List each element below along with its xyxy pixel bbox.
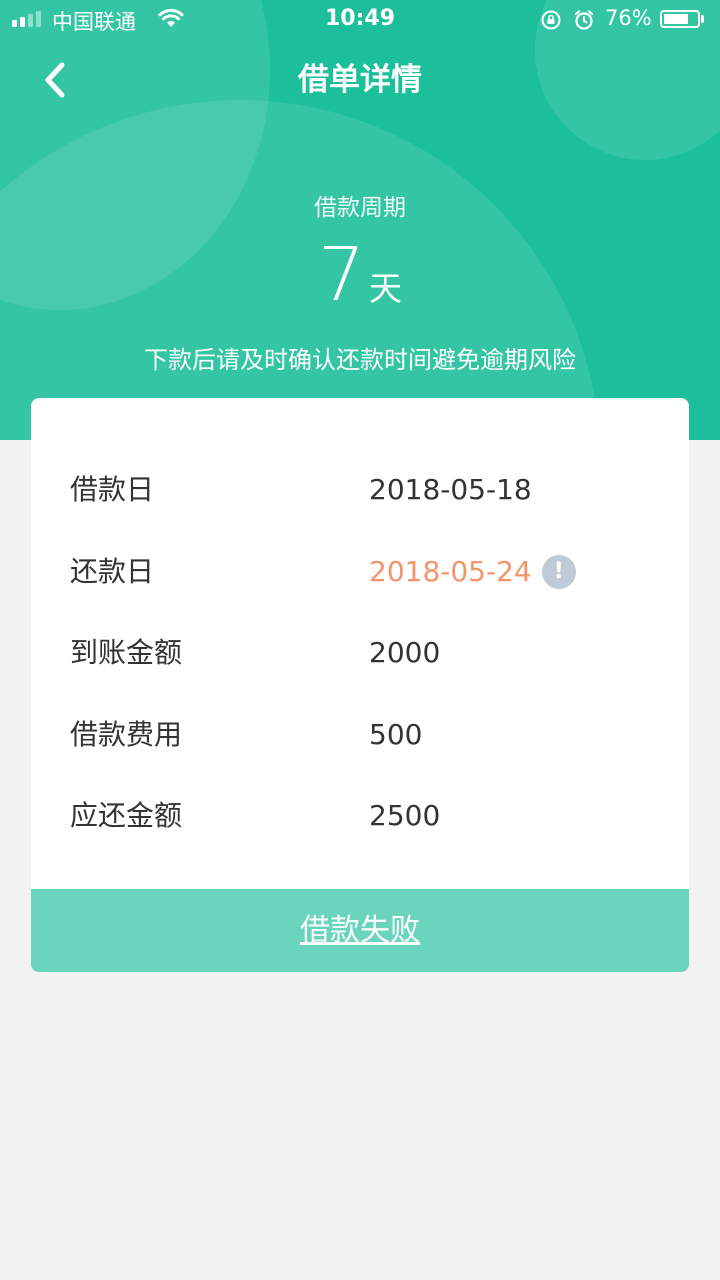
detail-row-loan-fee: 借款费用 500 <box>31 710 689 760</box>
detail-value: 2000 <box>369 628 440 678</box>
info-icon[interactable]: ! <box>541 555 576 589</box>
detail-label: 应还金额 <box>70 799 183 832</box>
battery-fill <box>664 14 688 24</box>
loan-status-button[interactable]: 借款失败 <box>31 889 689 972</box>
period-label: 借款周期 <box>314 195 406 221</box>
period-value: 7天 <box>0 232 720 318</box>
detail-label: 到账金额 <box>70 636 183 669</box>
detail-value: 2018-05-18 <box>369 465 532 515</box>
repayment-notice: 下款后请及时确认还款时间避免逾期风险 <box>144 346 576 374</box>
battery-cap <box>701 15 704 23</box>
period-number: 7 <box>317 232 366 318</box>
detail-value: 2500 <box>369 791 440 841</box>
period-unit: 天 <box>369 269 403 308</box>
loan-details-card: 借款日 2018-05-18 还款日 2018-05-24 ! 到账金额 200… <box>31 398 689 898</box>
detail-value-text: 2500 <box>369 799 441 832</box>
detail-value: 500 <box>369 710 422 760</box>
detail-row-received-amount: 到账金额 2000 <box>31 628 689 678</box>
detail-label: 还款日 <box>70 555 155 588</box>
rotation-lock-icon <box>541 10 561 30</box>
detail-row-loan-date: 借款日 2018-05-18 <box>31 465 689 515</box>
detail-value-text: 2018-05-18 <box>369 473 532 506</box>
status-bar: 中国联通 10:49 76% <box>0 0 720 40</box>
detail-value-text: 2018-05-24 <box>369 555 532 588</box>
alarm-icon <box>574 10 594 30</box>
detail-label: 借款日 <box>70 473 155 506</box>
detail-row-due-amount: 应还金额 2500 <box>31 791 689 841</box>
detail-row-repay-date: 还款日 2018-05-24 ! <box>31 547 689 597</box>
battery-icon <box>660 10 700 28</box>
detail-label: 借款费用 <box>70 718 183 751</box>
detail-value-text: 2000 <box>369 636 441 669</box>
detail-value: 2018-05-24 ! <box>369 547 576 597</box>
detail-value-text: 500 <box>369 718 423 751</box>
page-title: 借单详情 <box>298 62 422 98</box>
battery-percent: 76% <box>605 6 652 30</box>
header-banner: 中国联通 10:49 76% 借单详情 借款周期 7天 下款后请及时确认还款时间… <box>0 0 720 440</box>
